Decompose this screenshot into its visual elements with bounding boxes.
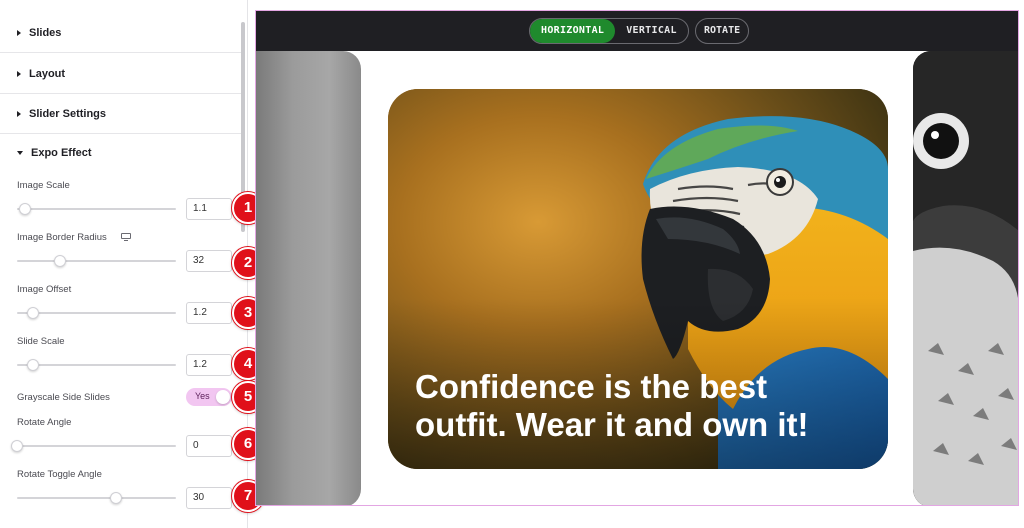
slide-headline: Confidence is the best outfit. Wear it a… bbox=[415, 368, 809, 443]
monitor-icon[interactable] bbox=[121, 233, 131, 242]
settings-panel: Slides Layout Slider Settings Expo Effec… bbox=[0, 0, 248, 528]
section-label: Layout bbox=[29, 67, 66, 80]
toggle-knob bbox=[216, 390, 230, 404]
slide-scale-label: Slide Scale bbox=[17, 336, 65, 347]
slider-thumb[interactable] bbox=[26, 359, 39, 371]
rotate-angle-input[interactable]: 0 bbox=[186, 435, 232, 457]
slide-scale-input[interactable]: 1.2 bbox=[186, 354, 232, 376]
image-border-radius-label: Image Border Radius bbox=[17, 232, 107, 243]
section-layout[interactable]: Layout bbox=[0, 54, 241, 94]
side-slide-right[interactable] bbox=[913, 51, 1018, 505]
section-expo-effect[interactable]: Expo Effect bbox=[0, 133, 241, 173]
image-border-radius-slider[interactable] bbox=[17, 255, 176, 267]
slider-thumb[interactable] bbox=[11, 440, 23, 452]
section-label: Expo Effect bbox=[31, 147, 92, 159]
image-scale-label: Image Scale bbox=[17, 180, 70, 191]
slider-thumb[interactable] bbox=[26, 307, 39, 319]
slider-thumb[interactable] bbox=[18, 203, 31, 215]
slide-scale-slider[interactable] bbox=[17, 359, 176, 371]
slider-thumb[interactable] bbox=[53, 255, 66, 267]
image-offset-label: Image Offset bbox=[17, 284, 72, 295]
section-label: Slides bbox=[29, 26, 62, 39]
section-slides[interactable]: Slides bbox=[0, 13, 241, 53]
grayscale-toggle[interactable]: Yes bbox=[186, 388, 232, 406]
active-slide[interactable]: Confidence is the best outfit. Wear it a… bbox=[388, 89, 888, 469]
caret-right-icon bbox=[17, 70, 21, 77]
slider-thumb[interactable] bbox=[109, 492, 122, 504]
image-offset-input[interactable]: 1.2 bbox=[186, 302, 232, 324]
image-border-radius-input[interactable]: 32 bbox=[186, 250, 232, 272]
image-scale-slider[interactable] bbox=[17, 203, 176, 215]
section-label: Slider Settings bbox=[29, 107, 107, 120]
rotate-angle-slider[interactable] bbox=[11, 440, 176, 452]
preview-toolbar: HORIZONTAL VERTICAL ROTATE bbox=[256, 11, 1018, 51]
slider-preview: HORIZONTAL VERTICAL ROTATE Confidence is… bbox=[255, 10, 1019, 506]
caret-right-icon bbox=[17, 110, 21, 117]
rotate-angle-label: Rotate Angle bbox=[17, 417, 72, 428]
image-offset-slider[interactable] bbox=[17, 307, 176, 319]
grayscale-side-slides-label: Grayscale Side Slides bbox=[17, 392, 110, 403]
rotate-toggle-angle-label: Rotate Toggle Angle bbox=[17, 469, 102, 480]
caret-right-icon bbox=[17, 29, 21, 36]
orientation-tabs: HORIZONTAL VERTICAL bbox=[529, 18, 689, 44]
side-slide-left[interactable] bbox=[256, 51, 361, 505]
rotate-toggle-angle-slider[interactable] bbox=[17, 492, 176, 504]
app-root: Slides Layout Slider Settings Expo Effec… bbox=[0, 0, 1024, 528]
toggle-label: Yes bbox=[195, 391, 210, 401]
image-scale-input[interactable]: 1.1 bbox=[186, 198, 232, 220]
section-slider-settings[interactable]: Slider Settings bbox=[0, 94, 241, 134]
rotate-toggle-angle-input[interactable]: 30 bbox=[186, 487, 232, 509]
grayscale-parrot-image bbox=[913, 51, 1018, 505]
caret-down-icon bbox=[17, 151, 23, 155]
tab-horizontal[interactable]: HORIZONTAL bbox=[530, 19, 616, 43]
tab-vertical[interactable]: VERTICAL bbox=[615, 19, 688, 43]
rotate-button[interactable]: ROTATE bbox=[695, 18, 750, 44]
